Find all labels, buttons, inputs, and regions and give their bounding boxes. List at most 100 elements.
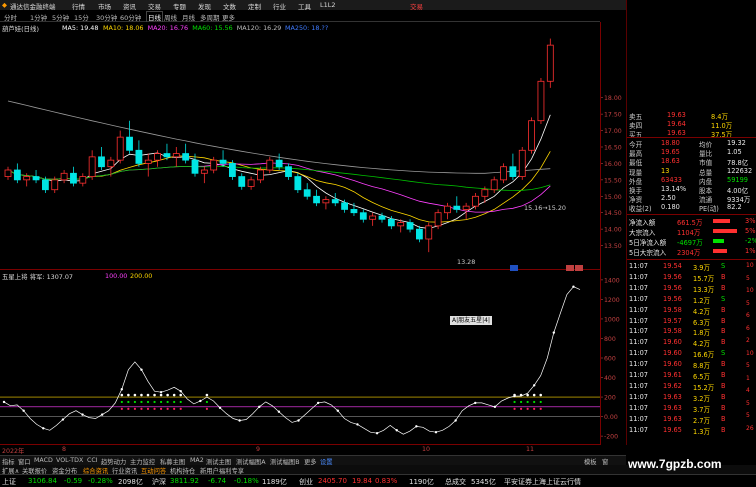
candle-body <box>350 209 358 214</box>
candle-body <box>228 163 236 177</box>
period-button[interactable]: 5分钟 <box>52 12 69 22</box>
indicator-popup[interactable]: A|朋友五星|4| <box>450 316 492 325</box>
candle-body <box>126 136 133 151</box>
period-button[interactable]: 60分钟 <box>120 12 141 22</box>
signal-dot <box>133 400 137 404</box>
period-button[interactable]: 分时 <box>4 12 17 22</box>
tick-time: 11:07 <box>629 381 649 390</box>
stat-value: 122632 <box>727 166 753 175</box>
tab[interactable]: MA2 <box>190 457 204 464</box>
indicator-point <box>336 409 340 412</box>
price-tick-label: 14.00 <box>604 227 622 234</box>
status-item: 19.84 <box>352 477 373 485</box>
indicator-point <box>454 419 457 422</box>
tick-price: 19.63 <box>663 414 682 423</box>
tab[interactable]: CCI <box>87 457 98 464</box>
indicator-point <box>395 429 398 432</box>
period-button[interactable]: 1分钟 <box>30 12 47 22</box>
signal-star <box>166 393 169 397</box>
candle-body <box>294 176 302 191</box>
side-number: 26 <box>746 424 754 432</box>
indicator-point <box>434 431 438 434</box>
price-tick-label: 14.50 <box>604 210 622 217</box>
flow-pct: 5% <box>745 227 756 235</box>
period-button[interactable]: 更多 <box>222 12 235 22</box>
date-tick: 2022年 <box>2 448 25 455</box>
menu-item[interactable]: L1L2 <box>320 1 336 9</box>
tab[interactable]: VOL-TDX <box>56 457 83 464</box>
tick-volume: 16.6万 <box>693 351 715 360</box>
tick-time: 11:07 <box>629 338 649 347</box>
signal-dot <box>533 407 536 410</box>
tick-price: 19.61 <box>663 371 682 379</box>
candle-body <box>13 169 21 181</box>
candle-body <box>79 176 87 184</box>
date-axis: 2022年 8 9 10 11 <box>0 445 600 455</box>
period-button[interactable]: 多周期 <box>200 12 220 22</box>
status-item: -0.59 <box>64 477 83 485</box>
candle-body <box>135 149 143 164</box>
tick-volume: 1.3万 <box>693 427 711 436</box>
stat-label: PE(动) <box>699 205 719 214</box>
signal-dot <box>519 407 523 410</box>
candle-body <box>60 172 68 181</box>
indicator-chart <box>0 285 600 445</box>
order-book-price: 19.63 <box>667 111 686 119</box>
candle-body <box>285 166 292 177</box>
candle-body <box>528 120 535 151</box>
tick-side: S <box>721 262 726 270</box>
indicator-chart-panel[interactable]: 五星上将 将军: 1307.07 100.00 200.00 A|朋友五星|4| <box>0 271 600 445</box>
signal-star <box>513 393 516 397</box>
tick-time: 11:07 <box>629 294 649 303</box>
tick-time: 11:07 <box>629 392 649 401</box>
tick-volume: 15.2万 <box>693 383 715 392</box>
low-price-label: 13.28 <box>457 258 476 266</box>
signal-dot <box>205 407 209 410</box>
candle-body <box>387 218 395 227</box>
period-button[interactable]: 月线 <box>182 12 195 22</box>
indicator-tick-label: 400 <box>604 375 616 382</box>
indicator-point <box>81 413 84 416</box>
indicator-tick-label: 1400 <box>604 277 620 284</box>
tick-side: B <box>721 360 726 369</box>
candle-body <box>378 215 386 220</box>
candle-body <box>359 212 367 220</box>
side-number: 5 <box>746 362 750 369</box>
flow-bar <box>713 229 737 233</box>
side-number: 10 <box>746 287 754 294</box>
price-axis: 18.00 17.50 17.00 16.50 16.00 15.50 15.00 14.50… <box>600 22 626 445</box>
candle-body <box>116 136 124 161</box>
period-button[interactable]: 15分 <box>74 12 89 22</box>
status-item: 1190亿 <box>409 478 434 486</box>
divider <box>627 214 756 215</box>
tick-price: 19.62 <box>663 381 682 390</box>
flow-label: 大宗流入 <box>629 229 656 237</box>
signal-dot <box>153 407 156 410</box>
period-button[interactable]: 30分钟 <box>96 12 117 22</box>
candle-body <box>369 215 377 220</box>
date-tick: 8 <box>62 446 67 453</box>
candle-body <box>509 166 517 177</box>
flow-pct: 1% <box>745 247 756 255</box>
signal-star <box>172 393 176 397</box>
signal-dot <box>146 407 150 410</box>
flow-label: 5日净流入额 <box>629 239 667 247</box>
signal-star <box>127 393 130 397</box>
indicator-tick-label: -200 <box>604 434 618 441</box>
indicator-point <box>199 399 202 403</box>
tick-volume: 3.9万 <box>693 264 711 272</box>
period-button[interactable]: 周线 <box>164 12 177 22</box>
indicator-point <box>572 285 575 288</box>
candle-body <box>415 228 423 240</box>
price-chart-panel[interactable]: 葫芦娃(日线) MA5: 19.48 MA10: 18.06 MA20: 16.76… <box>0 22 600 271</box>
tab[interactable]: MACD <box>34 457 53 464</box>
tick-time: 11:07 <box>629 425 649 434</box>
flow-pct: 3% <box>745 217 756 225</box>
indicator-point <box>277 410 281 413</box>
tick-side: B <box>721 403 726 412</box>
range-label: 15.16→15.20 <box>524 204 566 212</box>
price-tick-label: 13.50 <box>604 243 622 250</box>
stat-value: 2.50 <box>661 194 676 203</box>
side-number: 1 <box>746 374 750 382</box>
tick-price: 19.60 <box>663 338 682 347</box>
